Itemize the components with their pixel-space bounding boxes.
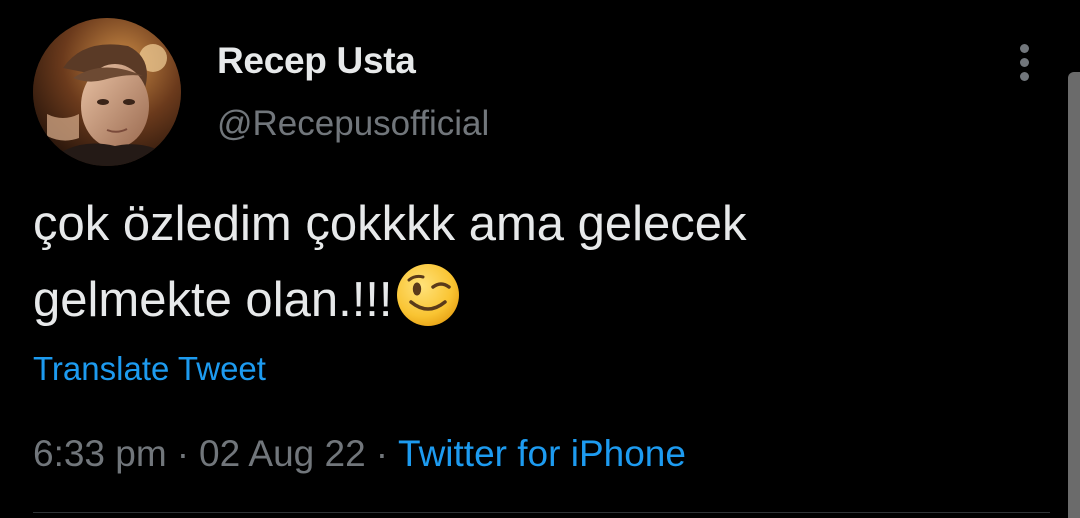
tweet-text-line: gelmekte olan.!!! (33, 273, 393, 327)
scrollbar[interactable] (1068, 72, 1080, 518)
dot (1020, 58, 1029, 67)
tweet-meta: 6:33 pm · 02 Aug 22 · Twitter for iPhone (33, 433, 686, 475)
tweet-date[interactable]: 02 Aug 22 (199, 433, 366, 474)
avatar[interactable] (33, 18, 181, 166)
dot (1020, 44, 1029, 53)
tweet-time[interactable]: 6:33 pm (33, 433, 167, 474)
author-display-name[interactable]: Recep Usta (217, 40, 416, 82)
tweet-source-link[interactable]: Twitter for iPhone (398, 433, 686, 474)
tweet-text-line: çok özledim çokkkk ama gelecek (33, 197, 747, 251)
tweet-text: çok özledim çokkkk ama gelecek gelmekte … (33, 186, 1043, 338)
tweet-text-line-2: gelmekte olan.!!! (33, 262, 1043, 338)
meta-separator: · (176, 433, 190, 474)
author-handle[interactable]: @Recepusofficial (217, 104, 489, 144)
avatar-photo (33, 18, 181, 166)
divider (33, 512, 1050, 513)
more-options-icon[interactable] (1004, 38, 1044, 86)
winking-face-icon (396, 264, 459, 326)
translate-tweet-link[interactable]: Translate Tweet (33, 350, 266, 388)
dot (1020, 72, 1029, 81)
meta-separator: · (375, 433, 389, 474)
